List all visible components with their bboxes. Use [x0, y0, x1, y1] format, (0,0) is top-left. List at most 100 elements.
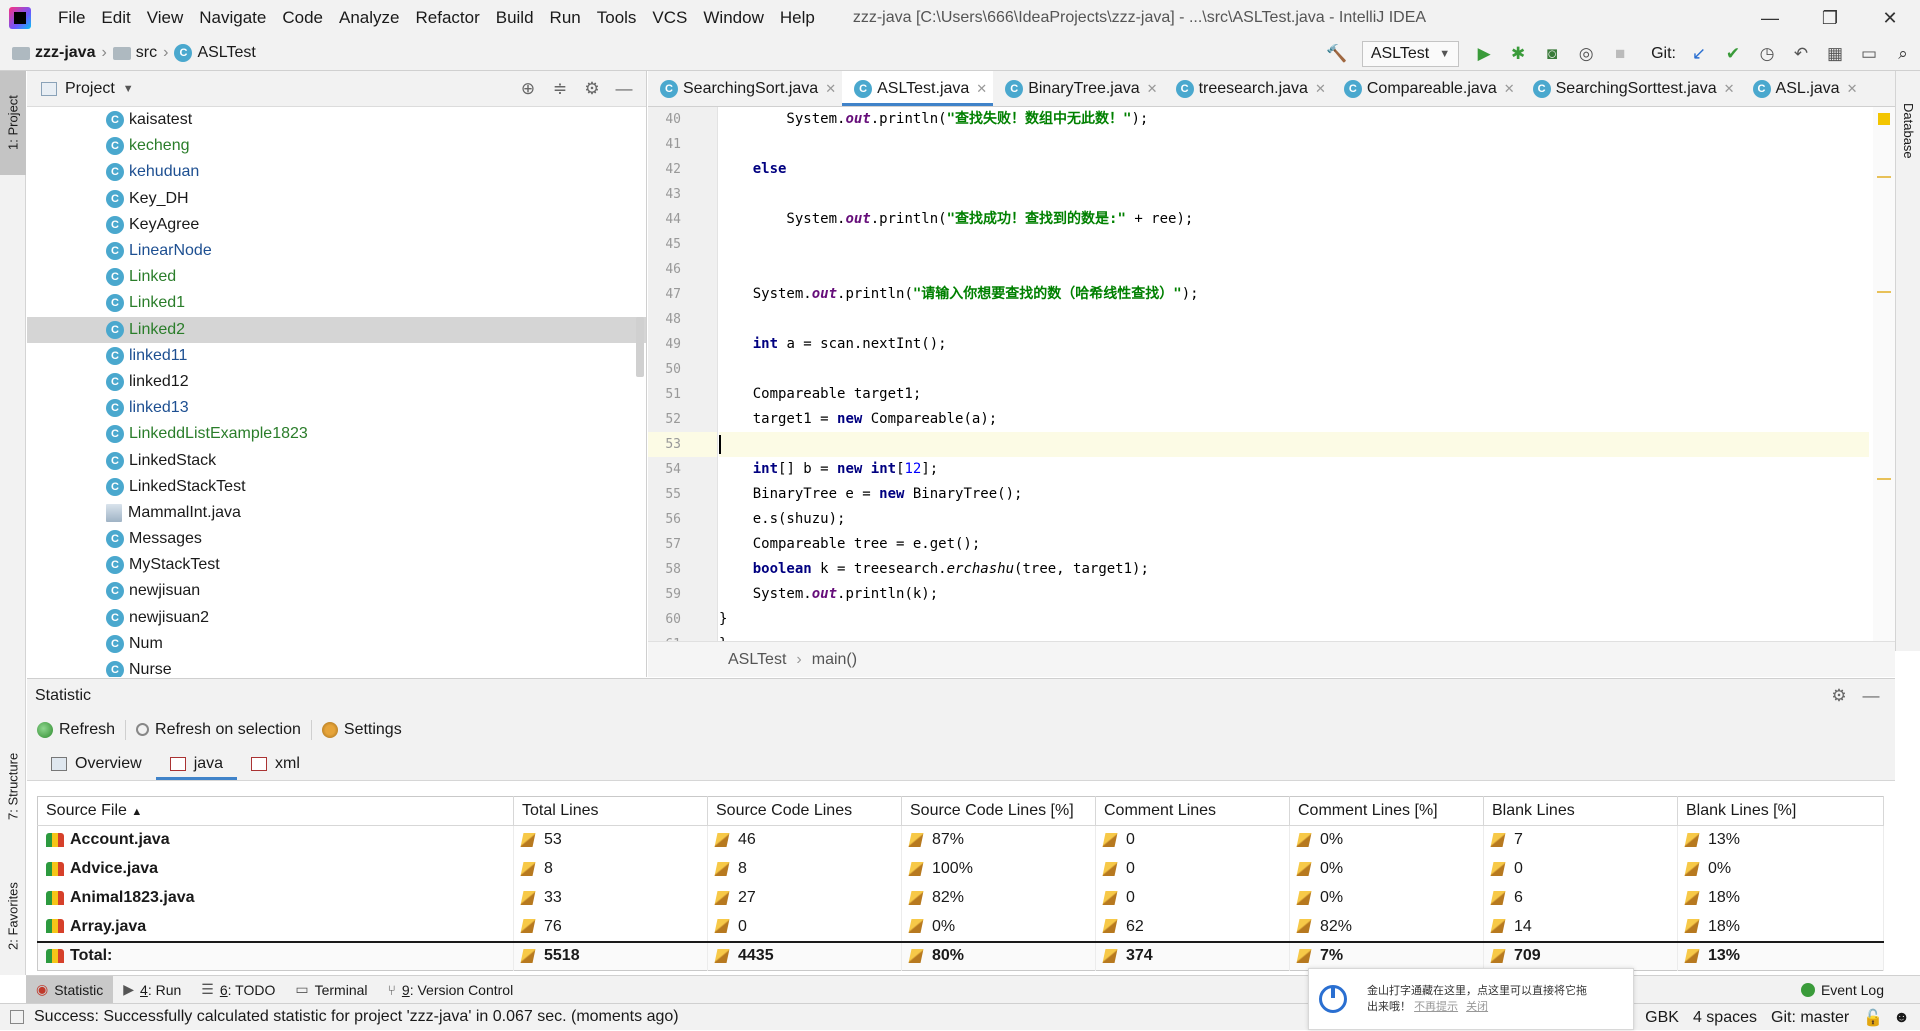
close-tab-icon[interactable]: ✕	[976, 81, 987, 97]
col-source-code-lines[interactable]: Source Code Lines	[707, 796, 902, 826]
close-tab-icon[interactable]: ✕	[1147, 81, 1158, 97]
col-source-file[interactable]: Source File ▲	[37, 796, 514, 826]
col-total-lines[interactable]: Total Lines	[513, 796, 708, 826]
toolwin-terminal[interactable]: ▭ Terminal	[285, 976, 377, 1004]
close-tab-icon[interactable]: ✕	[1724, 81, 1735, 97]
tree-item[interactable]: Ckaisatest	[27, 107, 646, 133]
toolwin-statistic[interactable]: ◉ Statistic	[26, 975, 114, 1004]
tab-project[interactable]: 1: Project	[0, 71, 26, 175]
menu-window[interactable]: Window	[695, 0, 771, 36]
ime-close-link[interactable]: 关闭	[1466, 1001, 1488, 1013]
table-row[interactable]: Account.java 53 46 87% 0 0% 7 13%	[37, 825, 1884, 855]
project-structure-icon[interactable]: ▦	[1820, 40, 1850, 68]
col-blank-lines[interactable]: Blank Lines	[1483, 796, 1678, 826]
minimize-button[interactable]: —	[1740, 0, 1800, 36]
gear-icon[interactable]: ⚙	[576, 79, 608, 99]
hide-icon[interactable]: —	[608, 79, 640, 99]
table-total-row[interactable]: Total: 5518 4435 80% 374 7% 709 13%	[37, 940, 1884, 971]
layout-icon[interactable]: ▭	[1854, 40, 1884, 68]
tab-favorites[interactable]: 2: Favorites	[0, 861, 26, 971]
tree-item[interactable]: C LinkeddListExample1823	[27, 421, 646, 447]
tree-item[interactable]: C LinkedStackTest	[27, 474, 646, 500]
tree-item[interactable]: Clinked11	[27, 343, 646, 369]
refresh-button[interactable]: Refresh	[37, 719, 127, 740]
locate-icon[interactable]: ⊕	[512, 79, 544, 99]
editor-tab[interactable]: C BinaryTree.java ✕	[993, 71, 1163, 106]
inspector-icon[interactable]: ☻	[1893, 1009, 1910, 1027]
editor-tab[interactable]: C ASL.java ✕	[1741, 71, 1864, 106]
table-row[interactable]: Advice.java 8 8 100% 0 0% 0 0%	[37, 854, 1884, 884]
tree-item[interactable]: C Linked	[27, 264, 646, 290]
menu-refactor[interactable]: Refactor	[407, 0, 487, 36]
tab-overview[interactable]: Overview	[37, 747, 156, 780]
menu-run[interactable]: Run	[542, 0, 589, 36]
col-comment-pct[interactable]: Comment Lines [%]	[1289, 796, 1484, 826]
tab-database[interactable]: Database	[1896, 81, 1920, 181]
table-row[interactable]: Animal1823.java 33 27 82% 0 0% 6 18%	[37, 883, 1884, 913]
stop-icon[interactable]: ■	[1605, 40, 1635, 68]
close-tab-icon[interactable]: ✕	[1504, 81, 1515, 97]
restore-button[interactable]: ❐	[1800, 0, 1860, 36]
tree-scrollbar[interactable]	[636, 317, 644, 377]
tab-xml[interactable]: xml	[237, 747, 314, 780]
menu-tools[interactable]: Tools	[589, 0, 645, 36]
toggle-tool-windows-icon[interactable]	[10, 1010, 24, 1024]
menu-navigate[interactable]: Navigate	[191, 0, 274, 36]
tree-item[interactable]: C LinkedStack	[27, 447, 646, 473]
tree-item[interactable]: C Nurse	[27, 657, 646, 677]
profile-icon[interactable]: ◎	[1571, 40, 1601, 68]
chevron-down-icon[interactable]: ▼	[123, 83, 134, 95]
toolwin-version-control[interactable]: ⑂ 9: Version Control	[378, 976, 524, 1004]
git-branch-widget[interactable]: Git: master	[1771, 1009, 1849, 1027]
project-panel-title[interactable]: Project	[65, 80, 115, 98]
gear-icon[interactable]: ⚙	[1823, 686, 1855, 706]
nav-crumb-project[interactable]: zzz-java	[0, 44, 95, 62]
git-commit-icon[interactable]: ✔	[1718, 40, 1748, 68]
warning-icon[interactable]	[1878, 113, 1890, 125]
git-revert-icon[interactable]: ↶	[1786, 40, 1816, 68]
tree-item[interactable]: C Key_DH	[27, 186, 646, 212]
tree-item[interactable]: C Linked1	[27, 290, 646, 316]
lock-icon[interactable]: 🔓	[1863, 1008, 1883, 1028]
collapse-all-icon[interactable]: ≑	[544, 79, 576, 99]
debug-icon[interactable]: ✱	[1503, 40, 1533, 68]
tree-item[interactable]: C Messages	[27, 526, 646, 552]
close-tab-icon[interactable]: ✕	[1847, 81, 1858, 97]
toolwin-run[interactable]: ▶ 4: Run	[113, 976, 191, 1004]
breadcrumb-class[interactable]: ASLTest	[728, 651, 786, 669]
refresh-on-selection-button[interactable]: Refresh on selection	[136, 719, 312, 740]
menu-analyze[interactable]: Analyze	[331, 0, 407, 36]
tree-item[interactable]: C Linked2	[27, 316, 646, 343]
tree-item[interactable]: Cnewjisuan2	[27, 605, 646, 631]
menu-code[interactable]: Code	[274, 0, 331, 36]
run-icon[interactable]: ▶	[1469, 40, 1499, 68]
run-config-select[interactable]: ASLTest ▼	[1361, 40, 1460, 67]
nav-crumb-src[interactable]: › src	[95, 44, 157, 62]
coverage-icon[interactable]: ◙	[1537, 40, 1567, 68]
editor-tab[interactable]: C SearchingSort.java ✕	[648, 71, 842, 106]
tree-item[interactable]: C MyStackTest	[27, 552, 646, 578]
encoding-widget[interactable]: GBK	[1645, 1009, 1679, 1027]
tree-item[interactable]: Clinked12	[27, 369, 646, 395]
col-source-code-pct[interactable]: Source Code Lines [%]	[901, 796, 1096, 826]
tree-item[interactable]: C KeyAgree	[27, 212, 646, 238]
tree-item[interactable]: Clinked13	[27, 395, 646, 421]
editor-tab[interactable]: C SearchingSorttest.java ✕	[1521, 71, 1741, 106]
tab-structure[interactable]: 7: Structure	[0, 731, 26, 841]
tree-item[interactable]: Cnewjisuan	[27, 578, 646, 604]
status-message[interactable]: Success: Successfully calculated statist…	[34, 1008, 679, 1026]
ime-dont-show-link[interactable]: 不再提示	[1414, 1001, 1458, 1013]
search-icon[interactable]: ⌕	[1888, 40, 1918, 68]
tab-java[interactable]: java	[155, 747, 238, 780]
close-window-button[interactable]: ✕	[1860, 0, 1920, 36]
code-area[interactable]: System.out.println("查找失败！数组中无此数！"); else…	[719, 107, 1869, 641]
git-update-icon[interactable]: ↙	[1684, 40, 1714, 68]
table-row[interactable]: Array.java 76 0 0% 62 82% 14 18%	[37, 912, 1884, 942]
menu-vcs[interactable]: VCS	[644, 0, 695, 36]
editor-tab[interactable]: C Compareable.java ✕	[1332, 71, 1521, 106]
nav-crumb-file[interactable]: › C ASLTest	[157, 44, 256, 62]
tree-item[interactable]: C Num	[27, 631, 646, 657]
menu-build[interactable]: Build	[488, 0, 542, 36]
toolwin-event-log[interactable]: Event Log	[1800, 976, 1884, 1004]
menu-view[interactable]: View	[139, 0, 192, 36]
